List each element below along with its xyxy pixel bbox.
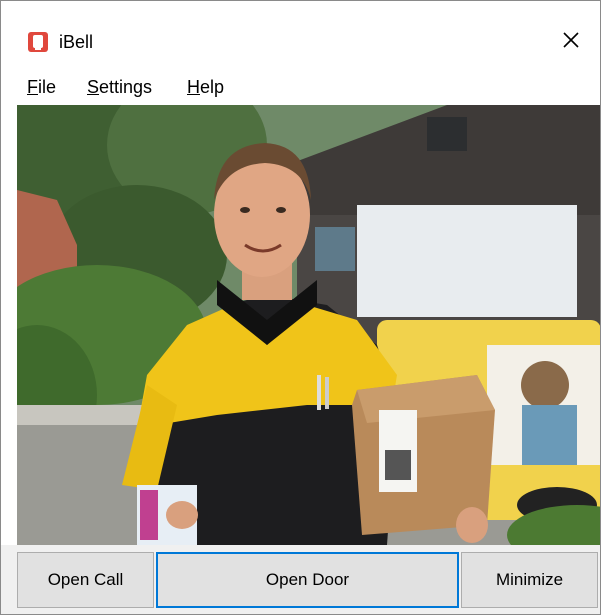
button-bar: Open Call Open Door Minimize bbox=[1, 545, 600, 614]
close-icon bbox=[563, 31, 579, 53]
window-title: iBell bbox=[59, 32, 94, 52]
menu-bar: File Settings Help bbox=[1, 75, 600, 105]
close-button[interactable] bbox=[551, 25, 591, 59]
camera-feed bbox=[17, 105, 600, 545]
open-door-button[interactable]: Open Door bbox=[156, 552, 459, 608]
menu-file-mnemonic: F bbox=[27, 77, 38, 97]
doorbell-camera-image bbox=[17, 105, 600, 545]
menu-help-label: elp bbox=[200, 77, 225, 97]
menu-settings[interactable]: Settings bbox=[87, 77, 152, 98]
menu-settings-label: ettings bbox=[99, 77, 153, 97]
menu-settings-mnemonic: S bbox=[87, 77, 100, 97]
menu-help[interactable]: Help bbox=[187, 77, 224, 98]
menu-file-label: ile bbox=[38, 77, 57, 97]
open-call-button[interactable]: Open Call bbox=[17, 552, 154, 608]
minimize-button[interactable]: Minimize bbox=[461, 552, 598, 608]
menu-help-mnemonic: H bbox=[187, 77, 200, 97]
title-bar[interactable]: iBell bbox=[1, 1, 600, 75]
menu-file[interactable]: File bbox=[27, 77, 56, 98]
bell-app-icon bbox=[27, 31, 49, 53]
ibell-window: iBell File Settings Help Open Call Open … bbox=[0, 0, 601, 615]
